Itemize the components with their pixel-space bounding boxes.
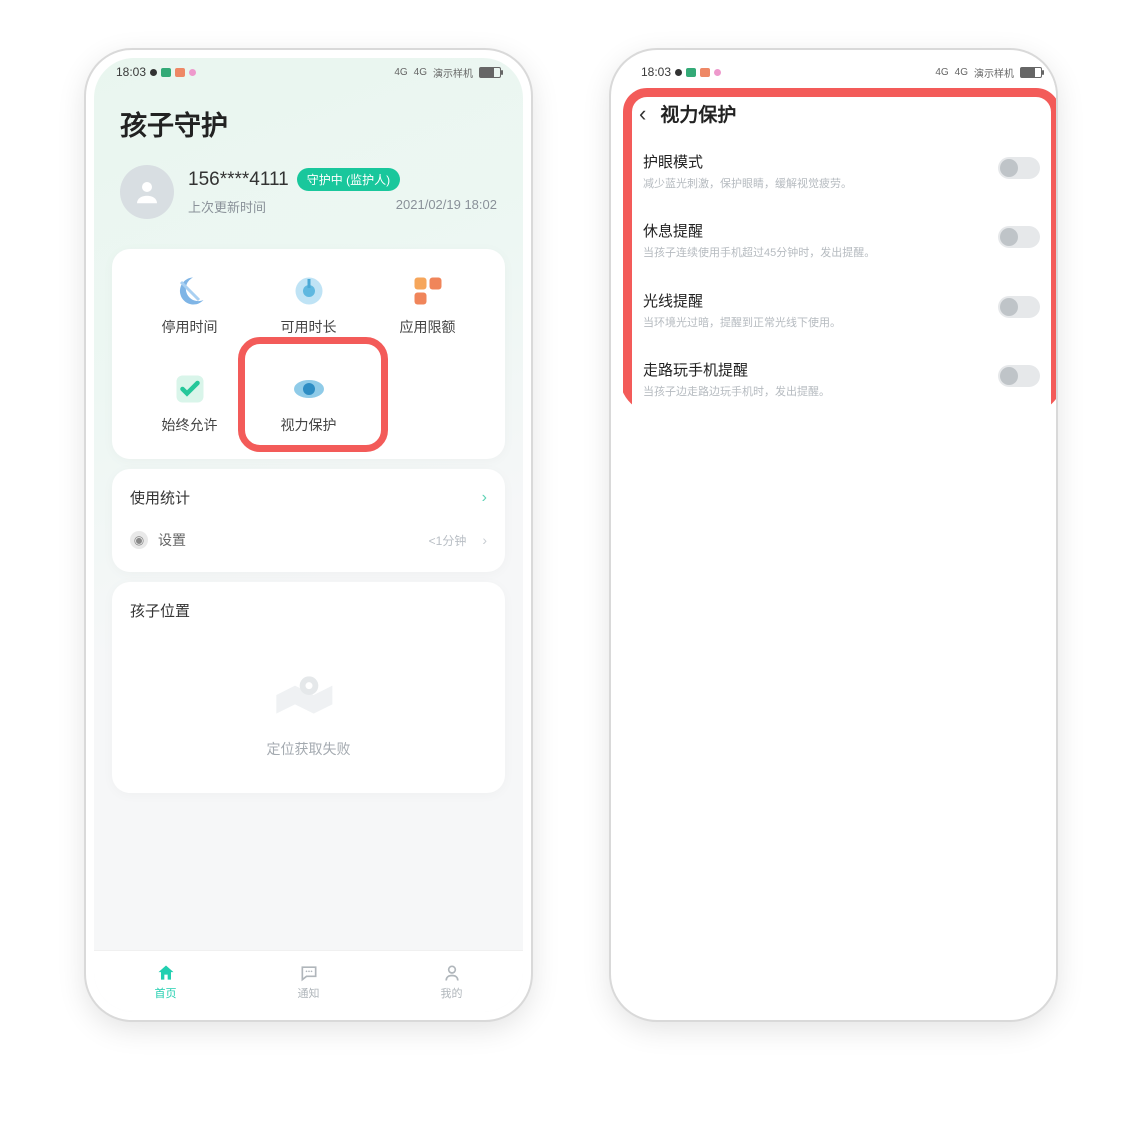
feature-label: 停用时间 (162, 317, 218, 337)
carrier-label: 演示样机 (433, 65, 473, 80)
phone-number: 156****4111 (188, 169, 289, 191)
notif-icon (150, 69, 157, 76)
tab-label: 我的 (441, 985, 463, 1001)
app-icon (189, 69, 196, 76)
chevron-right-icon: › (482, 532, 487, 548)
app-icon (175, 68, 185, 77)
feature-label: 始终允许 (162, 415, 218, 435)
profile-info: 156****4111 守护中 (监护人) 上次更新时间 2021/02/19 … (188, 168, 497, 216)
app-icon (686, 68, 696, 77)
app-icon (700, 68, 710, 77)
battery-icon (479, 67, 501, 78)
highlight-annotation (623, 88, 1056, 415)
feature-label: 可用时长 (281, 317, 337, 337)
feature-label: 应用限额 (400, 317, 456, 337)
check-icon (172, 371, 208, 407)
last-update-label: 上次更新时间 (188, 197, 266, 216)
profile-section: 156****4111 守护中 (监护人) 上次更新时间 2021/02/19 … (94, 159, 523, 239)
tab-home[interactable]: 首页 (94, 951, 237, 1012)
phone-left: 18:03 4G 4G 演示样机 孩子守护 156****4111 守 (86, 50, 531, 1020)
status-bar: 18:03 4G 4G 演示样机 (619, 58, 1056, 86)
battery-icon (1020, 67, 1042, 78)
feature-always-allow[interactable]: 始终允许 (130, 365, 249, 441)
feature-app-limit[interactable]: 应用限额 (368, 267, 487, 343)
home-icon (156, 963, 176, 983)
status-bar: 18:03 4G 4G 演示样机 (94, 58, 523, 86)
features-card: 停用时间 可用时长 应用限额 始终允许 视力保护 (112, 249, 505, 459)
signal-icon: 4G (955, 67, 968, 78)
avatar[interactable] (120, 165, 174, 219)
stats-card[interactable]: 使用统计 › ◉ 设置 <1分钟 › (112, 469, 505, 572)
status-left: 18:03 (116, 65, 196, 79)
location-title: 孩子位置 (130, 600, 487, 621)
moon-icon (172, 273, 208, 309)
status-left: 18:03 (641, 65, 721, 79)
status-time: 18:03 (641, 65, 671, 79)
highlight-annotation (238, 337, 388, 452)
tab-mine[interactable]: 我的 (380, 951, 523, 1012)
app-icon (714, 69, 721, 76)
signal-icon: 4G (394, 67, 407, 78)
carrier-label: 演示样机 (974, 65, 1014, 80)
status-badge: 守护中 (监护人) (297, 168, 400, 191)
notif-icon (675, 69, 682, 76)
location-card[interactable]: 孩子位置 定位获取失败 (112, 582, 505, 793)
map-pin-icon (274, 667, 344, 723)
page-title: 孩子守护 (94, 86, 523, 159)
stats-row[interactable]: ◉ 设置 <1分钟 › (130, 530, 487, 554)
screen-right: 18:03 4G 4G 演示样机 ‹ 视力保护 护眼模式 减少蓝光刺激，保护眼睛… (619, 58, 1056, 415)
feature-downtime[interactable]: 停用时间 (130, 267, 249, 343)
screen-left: 18:03 4G 4G 演示样机 孩子守护 156****4111 守 (94, 58, 523, 1012)
stats-time: <1分钟 (429, 532, 467, 549)
tab-label: 通知 (298, 985, 320, 1001)
status-right: 4G 4G 演示样机 (935, 65, 1042, 80)
clock-icon (291, 273, 327, 309)
tab-label: 首页 (155, 985, 177, 1001)
status-right: 4G 4G 演示样机 (394, 65, 501, 80)
status-time: 18:03 (116, 65, 146, 79)
last-update-time: 2021/02/19 18:02 (396, 197, 497, 216)
chevron-right-icon: › (482, 489, 487, 507)
chat-icon (299, 963, 319, 983)
tab-bar: 首页 通知 我的 (94, 950, 523, 1012)
app-icon (161, 68, 171, 77)
stats-setting-label: 设置 (158, 530, 419, 550)
feature-usable-time[interactable]: 可用时长 (249, 267, 368, 343)
signal-icon: 4G (935, 67, 948, 78)
user-icon (442, 963, 462, 983)
stats-title: 使用统计 (130, 487, 190, 508)
phone-right: 18:03 4G 4G 演示样机 ‹ 视力保护 护眼模式 减少蓝光刺激，保护眼睛… (611, 50, 1056, 1020)
signal-icon: 4G (414, 67, 427, 78)
apps-icon (410, 273, 446, 309)
tab-notify[interactable]: 通知 (237, 951, 380, 1012)
location-fail-text: 定位获取失败 (267, 739, 351, 759)
user-icon (132, 177, 162, 207)
gear-icon: ◉ (130, 531, 148, 549)
